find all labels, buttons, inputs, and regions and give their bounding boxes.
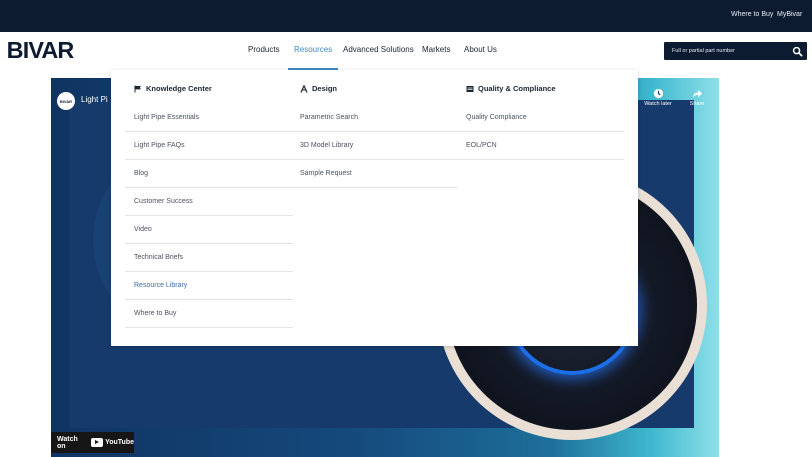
menu-item-parametric-search[interactable]: Parametric Search — [291, 104, 458, 132]
menu-item-3d-model-library[interactable]: 3D Model Library — [291, 132, 458, 160]
design-list: Parametric Search 3D Model Library Sampl… — [291, 104, 458, 188]
knowledge-center-heading: Knowledge Center — [134, 84, 212, 93]
channel-avatar[interactable]: BIVAR — [57, 92, 75, 110]
quality-compliance-list: Quality Compliance EOL/PCN — [457, 104, 624, 160]
youtube-play-icon — [91, 438, 104, 447]
site-header: BIVAR Products Resources Advanced Soluti… — [0, 32, 812, 70]
flag-icon — [134, 85, 141, 92]
part-search-input[interactable] — [664, 42, 789, 60]
where-to-buy-link[interactable]: Where to Buy — [731, 11, 773, 18]
menu-item-eol-pcn[interactable]: EOL/PCN — [457, 132, 624, 160]
utility-bar: Where to Buy MyBivar — [0, 0, 812, 32]
design-tool-icon — [300, 84, 308, 93]
nav-about-us[interactable]: About Us — [464, 45, 497, 54]
youtube-logo: YouTube — [91, 438, 134, 447]
search-icon[interactable] — [792, 46, 803, 57]
design-heading: Design — [300, 84, 337, 93]
menu-item-quality-compliance[interactable]: Quality Compliance — [457, 104, 624, 132]
share-button[interactable]: Share — [680, 88, 714, 107]
menu-item-light-pipe-essentials[interactable]: Light Pipe Essentials — [125, 104, 293, 132]
menu-item-where-to-buy[interactable]: Where to Buy — [125, 300, 293, 328]
video-title[interactable]: Light Pi — [81, 95, 111, 104]
watch-on-label: Watch on — [57, 435, 78, 450]
menu-item-technical-briefs[interactable]: Technical Briefs — [125, 244, 293, 272]
nav-resources[interactable]: Resources — [294, 45, 332, 54]
menu-item-light-pipe-faqs[interactable]: Light Pipe FAQs — [125, 132, 293, 160]
menu-item-video[interactable]: Video — [125, 216, 293, 244]
menu-item-blog[interactable]: Blog — [125, 160, 293, 188]
youtube-label: YouTube — [105, 439, 134, 446]
menu-item-resource-library[interactable]: Resource Library — [125, 272, 293, 300]
nav-markets[interactable]: Markets — [422, 45, 450, 54]
resources-mega-menu: Knowledge Center Light Pipe Essentials L… — [111, 70, 638, 346]
mybivar-link[interactable]: MyBivar — [777, 11, 802, 18]
share-arrow-icon — [692, 89, 702, 98]
nav-products[interactable]: Products — [248, 45, 280, 54]
watch-on-youtube-button[interactable]: Watch on YouTube — [51, 432, 134, 453]
nav-advanced-solutions[interactable]: Advanced Solutions — [343, 45, 414, 54]
page: Where to Buy MyBivar BIVAR Products Reso… — [0, 0, 812, 457]
bivar-logo[interactable]: BIVAR — [2, 37, 98, 63]
certificate-icon — [466, 85, 474, 92]
part-search — [664, 42, 807, 60]
share-label: Share — [689, 101, 705, 107]
menu-item-sample-request[interactable]: Sample Request — [291, 160, 458, 188]
menu-item-customer-success[interactable]: Customer Success — [125, 188, 293, 216]
knowledge-center-list: Light Pipe Essentials Light Pipe FAQs Bl… — [125, 104, 293, 328]
watch-later-button[interactable]: Watch later — [641, 88, 675, 107]
quality-compliance-heading: Quality & Compliance — [466, 84, 556, 93]
watch-later-label: Watch later — [644, 101, 672, 107]
svg-text:BIVAR: BIVAR — [7, 37, 75, 63]
clock-icon — [653, 88, 663, 99]
